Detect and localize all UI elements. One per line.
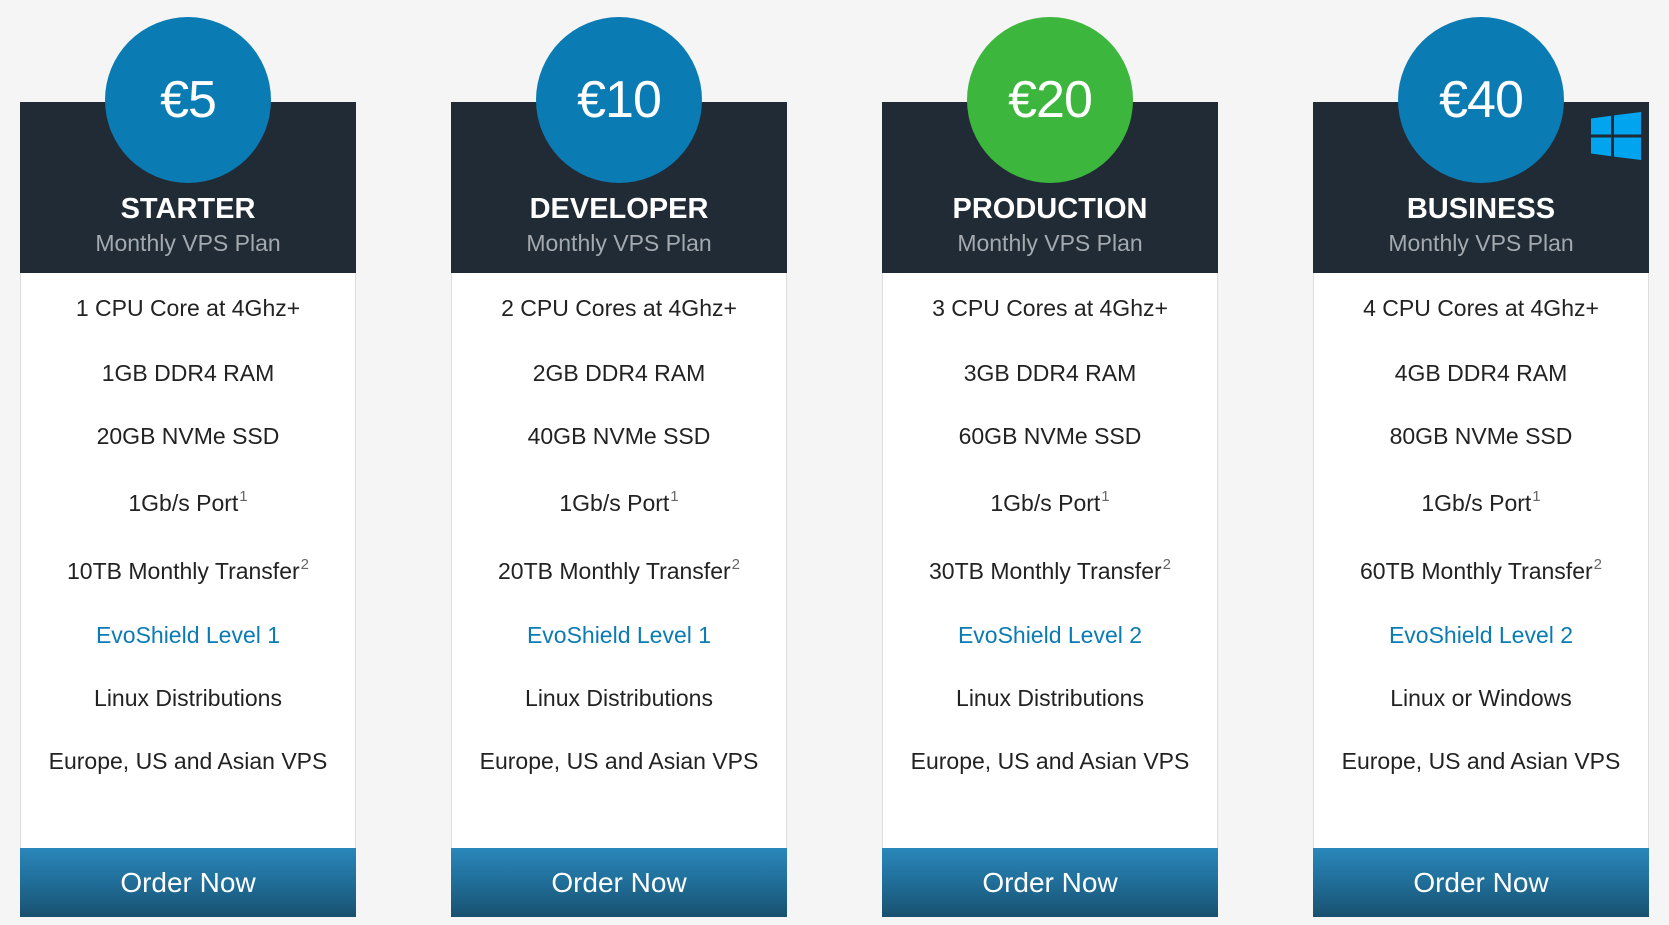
feature-cpu: 2 CPU Cores at 4Ghz+: [501, 295, 737, 321]
feature-port: 1Gb/s Port1: [883, 488, 1217, 518]
feature-port: 1Gb/s Port1: [1314, 488, 1648, 518]
feature-port-label: 1Gb/s Port: [990, 490, 1101, 516]
plan-card-starter: €5 STARTER Monthly VPS Plan 1 CPU Core a…: [20, 17, 356, 917]
feature-port: 1Gb/s Port1: [21, 488, 355, 518]
feature-storage: 60GB NVMe SSD: [958, 423, 1142, 449]
feature-list: 1 CPU Core at 4Ghz+ 1GB DDR4 RAM 20GB NV…: [20, 273, 356, 848]
feature-locations: Europe, US and Asian VPS: [910, 748, 1190, 774]
footnote-marker[interactable]: 1: [1101, 488, 1109, 505]
order-now-button[interactable]: Order Now: [20, 848, 356, 917]
feature-locations: Europe, US and Asian VPS: [479, 748, 759, 774]
feature-locations: Europe, US and Asian VPS: [1341, 748, 1621, 774]
plan-header: €40 BUSINESS Monthly VPS Plan: [1313, 17, 1649, 273]
feature-transfer: 20TB Monthly Transfer2: [452, 556, 786, 586]
footnote-marker[interactable]: 2: [1594, 556, 1602, 573]
footnote-marker[interactable]: 1: [670, 488, 678, 505]
feature-list: 3 CPU Cores at 4Ghz+ 3GB DDR4 RAM 60GB N…: [882, 273, 1218, 848]
feature-list: 4 CPU Cores at 4Ghz+ 4GB DDR4 RAM 80GB N…: [1313, 273, 1649, 848]
feature-port-label: 1Gb/s Port: [559, 490, 670, 516]
order-now-button[interactable]: Order Now: [1313, 848, 1649, 917]
plan-card-developer: €10 DEVELOPER Monthly VPS Plan 2 CPU Cor…: [451, 17, 787, 917]
feature-storage: 20GB NVMe SSD: [96, 423, 280, 449]
feature-ram: 1GB DDR4 RAM: [101, 360, 275, 386]
feature-transfer: 60TB Monthly Transfer2: [1314, 556, 1648, 586]
feature-os: Linux or Windows: [1390, 685, 1572, 711]
footnote-marker[interactable]: 2: [301, 556, 309, 573]
feature-locations: Europe, US and Asian VPS: [48, 748, 328, 774]
feature-port: 1Gb/s Port1: [452, 488, 786, 518]
price-badge: €10: [536, 17, 702, 183]
feature-list: 2 CPU Cores at 4Ghz+ 2GB DDR4 RAM 40GB N…: [451, 273, 787, 848]
order-now-button[interactable]: Order Now: [451, 848, 787, 917]
feature-transfer-label: 10TB Monthly Transfer: [67, 558, 300, 584]
windows-logo-icon: [1591, 112, 1641, 160]
footnote-marker[interactable]: 2: [1163, 556, 1171, 573]
plan-name: DEVELOPER: [529, 193, 709, 225]
plan-name: PRODUCTION: [952, 193, 1148, 225]
feature-port-label: 1Gb/s Port: [128, 490, 239, 516]
plan-card-production: €20 PRODUCTION Monthly VPS Plan 3 CPU Co…: [882, 17, 1218, 917]
feature-evoshield-link[interactable]: EvoShield Level 2: [883, 620, 1217, 650]
feature-os: Linux Distributions: [525, 685, 713, 711]
feature-cpu: 3 CPU Cores at 4Ghz+: [932, 295, 1168, 321]
feature-os: Linux Distributions: [956, 685, 1144, 711]
feature-transfer: 10TB Monthly Transfer2: [21, 556, 355, 586]
feature-ram: 3GB DDR4 RAM: [963, 360, 1137, 386]
plan-subtitle: Monthly VPS Plan: [526, 230, 712, 256]
plan-subtitle: Monthly VPS Plan: [1388, 230, 1574, 256]
plan-card-business: €40 BUSINESS Monthly VPS Plan 4 CPU Core…: [1313, 17, 1649, 917]
plan-name: BUSINESS: [1406, 193, 1556, 225]
feature-os: Linux Distributions: [94, 685, 282, 711]
plan-header: €20 PRODUCTION Monthly VPS Plan: [882, 17, 1218, 273]
feature-transfer-label: 60TB Monthly Transfer: [1360, 558, 1593, 584]
price-badge: €5: [105, 17, 271, 183]
feature-evoshield-link[interactable]: EvoShield Level 2: [1314, 620, 1648, 650]
feature-port-label: 1Gb/s Port: [1421, 490, 1532, 516]
plan-subtitle: Monthly VPS Plan: [957, 230, 1143, 256]
feature-cpu: 4 CPU Cores at 4Ghz+: [1363, 295, 1599, 321]
feature-storage: 40GB NVMe SSD: [527, 423, 711, 449]
price-badge: €20: [967, 17, 1133, 183]
feature-ram: 2GB DDR4 RAM: [532, 360, 706, 386]
price-badge: €40: [1398, 17, 1564, 183]
feature-transfer: 30TB Monthly Transfer2: [883, 556, 1217, 586]
feature-transfer-label: 20TB Monthly Transfer: [498, 558, 731, 584]
feature-cpu: 1 CPU Core at 4Ghz+: [75, 295, 301, 321]
plan-header: €5 STARTER Monthly VPS Plan: [20, 17, 356, 273]
plan-subtitle: Monthly VPS Plan: [95, 230, 281, 256]
footnote-marker[interactable]: 1: [239, 488, 247, 505]
plan-name: STARTER: [120, 193, 256, 225]
plan-header: €10 DEVELOPER Monthly VPS Plan: [451, 17, 787, 273]
feature-storage: 80GB NVMe SSD: [1389, 423, 1573, 449]
pricing-plans: €5 STARTER Monthly VPS Plan 1 CPU Core a…: [20, 17, 1649, 917]
feature-ram: 4GB DDR4 RAM: [1394, 360, 1568, 386]
feature-transfer-label: 30TB Monthly Transfer: [929, 558, 1162, 584]
feature-evoshield-link[interactable]: EvoShield Level 1: [452, 620, 786, 650]
footnote-marker[interactable]: 1: [1532, 488, 1540, 505]
feature-evoshield-link[interactable]: EvoShield Level 1: [21, 620, 355, 650]
order-now-button[interactable]: Order Now: [882, 848, 1218, 917]
footnote-marker[interactable]: 2: [732, 556, 740, 573]
